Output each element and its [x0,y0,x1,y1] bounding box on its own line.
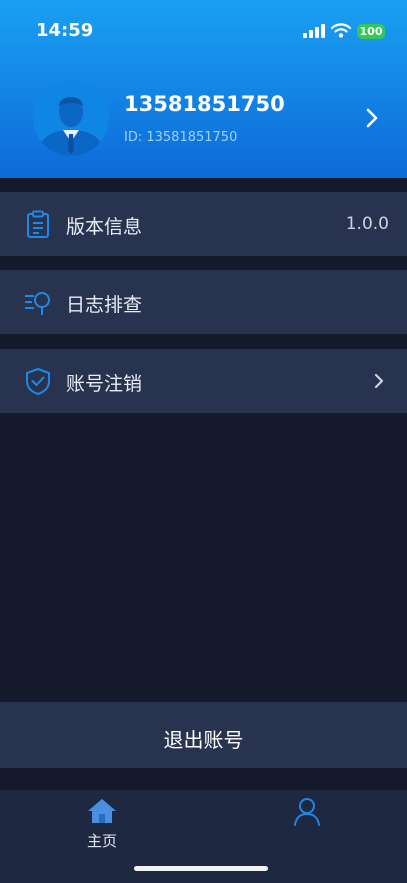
menu-item-account-cancel[interactable]: 账号注销 [0,349,407,413]
status-bar: 14:59 100 [0,0,407,64]
logout-button[interactable]: 退出账号 [0,702,407,768]
clipboard-icon [27,210,49,238]
home-indicator [134,866,268,871]
menu-item-label: 日志排查 [66,294,143,316]
status-time: 14:59 [36,20,94,41]
user-id: ID: 13581851750 [124,130,238,145]
log-search-icon [25,292,50,315]
user-icon[interactable] [292,796,322,826]
menu-item-version[interactable]: 版本信息 1.0.0 [0,192,407,256]
home-icon [88,799,116,823]
menu-item-label: 版本信息 [66,216,143,238]
battery-indicator: 100 [357,24,385,39]
avatar[interactable] [33,80,109,156]
tab-home[interactable]: 主页 [78,798,126,851]
wifi-icon [331,23,351,38]
logout-label: 退出账号 [163,728,244,752]
profile-header[interactable]: 14:59 100 13581851750 ID: 13581851750 [0,0,407,178]
shield-check-icon [26,368,50,395]
cellular-signal-icon [303,24,325,38]
user-phone: 13581851750 [124,92,285,116]
version-value: 1.0.0 [345,214,389,234]
menu-item-label: 账号注销 [66,373,143,395]
chevron-right-icon[interactable] [366,108,378,128]
menu-item-logs[interactable]: 日志排查 [0,270,407,334]
tab-home-label: 主页 [86,832,117,850]
chevron-right-icon [374,373,384,389]
